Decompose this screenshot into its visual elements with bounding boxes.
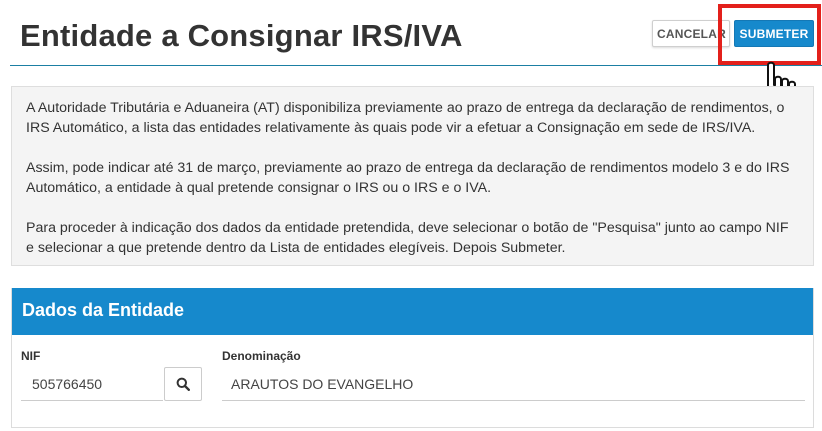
entity-panel: Dados da Entidade NIF Denominação: [11, 288, 814, 428]
nif-search-button[interactable]: [164, 367, 202, 401]
info-paragraph-2: Assim, pode indicar até 31 de março, pre…: [26, 160, 790, 196]
denominacao-input[interactable]: [222, 367, 805, 401]
denominacao-label: Denominação: [222, 349, 301, 363]
info-paragraph-3: Para proceder à indicação dos dados da e…: [26, 220, 789, 256]
info-paragraph-1: A Autoridade Tributária e Aduaneira (AT)…: [26, 100, 785, 136]
page-title: Entidade a Consignar IRS/IVA: [20, 18, 463, 53]
nif-label: NIF: [21, 349, 41, 363]
entity-panel-title: Dados da Entidade: [12, 288, 813, 335]
submit-button[interactable]: SUBMETER: [734, 20, 814, 47]
info-box: A Autoridade Tributária e Aduaneira (AT)…: [11, 86, 814, 266]
cancel-button[interactable]: CANCELAR: [652, 20, 730, 47]
nif-input[interactable]: [21, 367, 163, 401]
search-icon: [176, 377, 190, 391]
